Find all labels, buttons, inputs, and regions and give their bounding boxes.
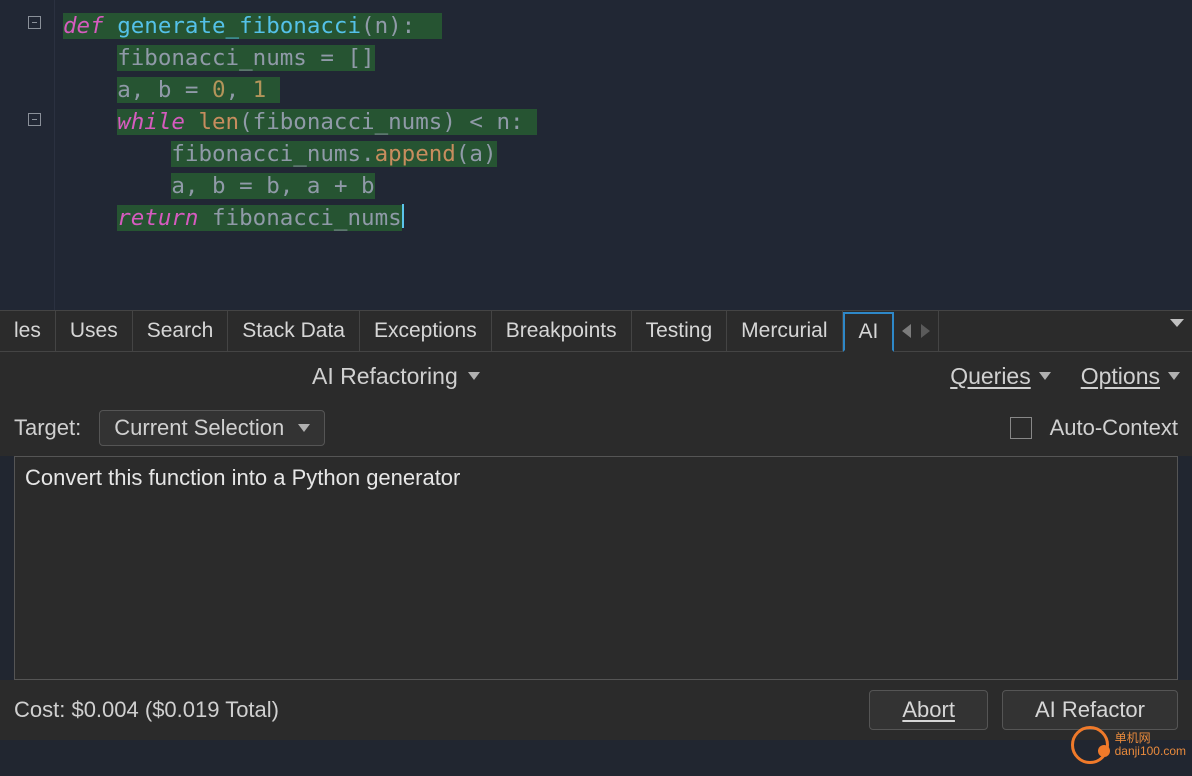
panel-title-dropdown[interactable]: AI Refactoring (312, 363, 480, 390)
abort-button[interactable]: Abort (869, 690, 988, 730)
tab-testing[interactable]: Testing (632, 311, 728, 351)
tab-ai[interactable]: AI (843, 312, 895, 352)
caret-down-icon (1039, 372, 1051, 380)
target-value: Current Selection (114, 415, 284, 441)
arrow-left-icon[interactable] (902, 324, 911, 338)
code-line: fibonacci_nums = [] (63, 42, 1182, 74)
tab-search[interactable]: Search (133, 311, 229, 351)
tab-uses[interactable]: Uses (56, 311, 133, 351)
code-line: return fibonacci_nums (63, 202, 1182, 234)
tab-breakpoints[interactable]: Breakpoints (492, 311, 632, 351)
cost-label: Cost: $0.004 ($0.019 Total) (14, 697, 279, 723)
code-line: a, b = b, a + b (63, 170, 1182, 202)
code-line: def generate_fibonacci(n): (63, 10, 1182, 42)
tab-overflow-menu[interactable] (1162, 311, 1192, 351)
code-line: a, b = 0, 1 (63, 74, 1182, 106)
auto-context-checkbox[interactable] (1010, 417, 1032, 439)
target-select[interactable]: Current Selection (99, 410, 325, 446)
queries-menu[interactable]: Queries (950, 363, 1051, 390)
caret-down-icon (1170, 319, 1184, 327)
tab-exceptions[interactable]: Exceptions (360, 311, 492, 351)
code-editor[interactable]: def generate_fibonacci(n): fibonacci_num… (0, 0, 1192, 310)
caret-down-icon (1168, 372, 1180, 380)
panel-tabs: lesUsesSearchStack DataExceptionsBreakpo… (0, 310, 1192, 352)
caret-down-icon (298, 424, 310, 432)
target-label: Target: (14, 415, 81, 441)
caret-down-icon (468, 372, 480, 380)
tab-mercurial[interactable]: Mercurial (727, 311, 842, 351)
tab-scroll-arrows[interactable] (894, 311, 939, 351)
tab-les[interactable]: les (0, 311, 56, 351)
auto-context-label: Auto-Context (1050, 415, 1178, 441)
arrow-right-icon[interactable] (921, 324, 930, 338)
ai-prompt-input[interactable]: Convert this function into a Python gene… (14, 456, 1178, 680)
options-menu[interactable]: Options (1081, 363, 1180, 390)
fold-marker-icon[interactable] (28, 16, 41, 29)
code-line: while len(fibonacci_nums) < n: (63, 106, 1182, 138)
ai-prompt-text: Convert this function into a Python gene… (25, 465, 460, 490)
ai-refactor-button[interactable]: AI Refactor (1002, 690, 1178, 730)
editor-gutter (0, 0, 55, 310)
panel-title-label: AI Refactoring (312, 363, 458, 390)
panel-header: AI Refactoring Queries Options (0, 352, 1192, 400)
code-line: fibonacci_nums.append(a) (63, 138, 1182, 170)
target-row: Target: Current Selection Auto-Context (0, 400, 1192, 456)
bottom-bar: Cost: $0.004 ($0.019 Total) Abort AI Ref… (0, 680, 1192, 740)
fold-marker-icon[interactable] (28, 113, 41, 126)
tab-stack-data[interactable]: Stack Data (228, 311, 360, 351)
code-area[interactable]: def generate_fibonacci(n): fibonacci_num… (55, 0, 1192, 310)
